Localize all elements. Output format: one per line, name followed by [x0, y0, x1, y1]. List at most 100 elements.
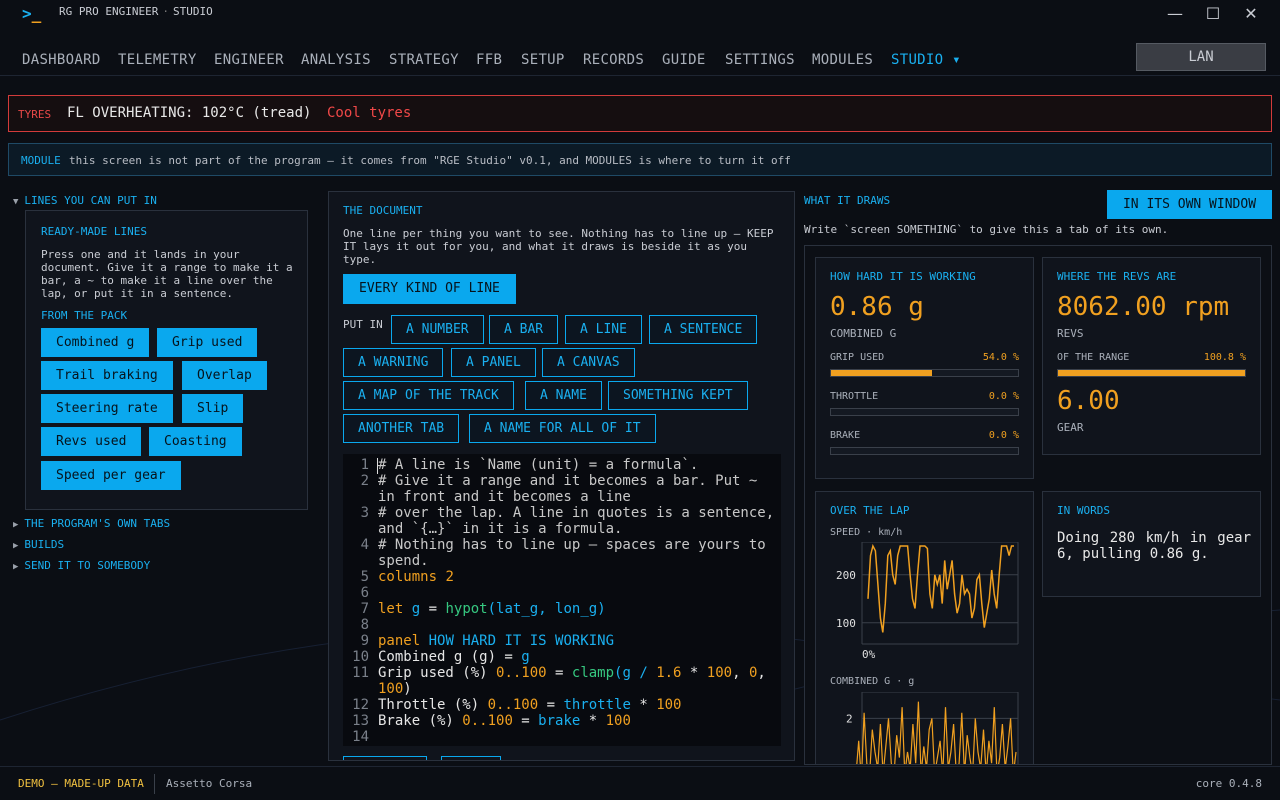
tab-guide[interactable]: GUIDE — [662, 52, 706, 68]
section-builds[interactable]: ▶ BUILDS — [13, 538, 64, 551]
chip-trail-braking[interactable]: Trail braking — [41, 361, 173, 390]
insert-tab-button[interactable]: ANOTHER TAB — [343, 414, 460, 443]
insert-warning-button[interactable]: A WARNING — [343, 348, 444, 377]
combined-g-label: COMBINED G — [830, 327, 897, 340]
g-series-line — [856, 701, 1017, 764]
document-panel: THE DOCUMENT One line per thing you want… — [328, 191, 795, 761]
speed-series-line — [867, 543, 1014, 633]
hidden-button[interactable] — [343, 756, 427, 760]
tab-records[interactable]: RECORDS — [583, 52, 644, 68]
chip-grip-used[interactable]: Grip used — [157, 328, 258, 357]
status-divider — [154, 774, 155, 794]
chip-slip[interactable]: Slip — [182, 394, 244, 423]
preview-panel: WHAT IT DRAWS IN ITS OWN WINDOW Write `s… — [804, 190, 1272, 765]
hidden-button[interactable] — [441, 756, 501, 760]
gear-label: GEAR — [1057, 421, 1084, 434]
chip-coasting[interactable]: Coasting — [149, 427, 242, 456]
section-own-tabs[interactable]: ▶ THE PROGRAM'S OWN TABS — [13, 517, 170, 530]
section-lines[interactable]: ▼ LINES YOU CAN PUT IN — [13, 194, 157, 207]
app-logo-icon: >_ — [22, 4, 42, 23]
module-notice: MODULE this screen is not part of the pr… — [8, 143, 1272, 176]
close-icon[interactable]: ✕ — [1240, 4, 1262, 24]
line-number: 11 — [352, 665, 369, 681]
revs-label: REVS — [1057, 327, 1084, 340]
chip-revs-used[interactable]: Revs used — [41, 427, 142, 456]
document-text: One line per thing you want to see. Noth… — [343, 227, 774, 266]
lines-panel: ▼ LINES YOU CAN PUT IN READY-MADE LINES P… — [8, 190, 318, 760]
code-line: Brake (%) 0..100 = brake * 100 — [378, 713, 631, 729]
tab-modules[interactable]: MODULES — [812, 52, 873, 68]
ready-made-heading: READY-MADE LINES — [41, 225, 147, 238]
range-value: 100.8 % — [1203, 352, 1246, 363]
y-tick-label: 200 — [836, 569, 856, 582]
card-title: IN WORDS — [1057, 504, 1110, 517]
pack-heading: FROM THE PACK — [41, 309, 128, 322]
chip-speed-per-gear[interactable]: Speed per gear — [41, 461, 181, 490]
maximize-icon[interactable]: ☐ — [1202, 4, 1224, 24]
insert-canvas-button[interactable]: A CANVAS — [542, 348, 635, 377]
insert-track-map-button[interactable]: A MAP OF THE TRACK — [343, 381, 514, 410]
chevron-right-icon: ▶ — [13, 520, 19, 530]
chip-combined-g[interactable]: Combined g — [41, 328, 150, 357]
ready-made-text: Press one and it lands in your document.… — [41, 248, 293, 300]
grip-used-bar — [830, 369, 1019, 377]
x-tick-label: 0% — [862, 648, 876, 661]
tab-settings[interactable]: SETTINGS — [725, 52, 795, 68]
insert-panel-button[interactable]: A PANEL — [451, 348, 536, 377]
chip-overlap[interactable]: Overlap — [182, 361, 267, 390]
every-kind-button[interactable]: EVERY KIND OF LINE — [343, 274, 516, 304]
line-number: 14 — [352, 729, 369, 745]
revs-value: 8062.00 rpm — [1057, 292, 1230, 322]
insert-sentence-button[interactable]: A SENTENCE — [649, 315, 758, 344]
ready-made-box: READY-MADE LINES Press one and it lands … — [25, 210, 308, 510]
brake-label: BRAKE — [830, 430, 861, 441]
range-bar — [1057, 369, 1246, 377]
document-heading: THE DOCUMENT — [343, 204, 423, 217]
lan-button[interactable]: LAN — [1136, 43, 1266, 71]
speed-chart: 200 100 0% — [836, 542, 1019, 661]
line-number: 4 — [360, 537, 369, 553]
main-nav: DASHBOARD TELEMETRY ENGINEER ANALYSIS ST… — [0, 28, 1280, 76]
tab-analysis[interactable]: ANALYSIS — [301, 52, 371, 68]
tab-setup[interactable]: SETUP — [521, 52, 565, 68]
insert-global-name-button[interactable]: A NAME FOR ALL OF IT — [469, 414, 656, 443]
insert-name-button[interactable]: A NAME — [525, 381, 602, 410]
status-bar: DEMO — MADE-UP DATA Assetto Corsa core 0… — [0, 766, 1280, 800]
code-editor[interactable]: 1 2 3 4 5 6 7 8 9 10 11 12 13 14 # A lin… — [343, 454, 781, 746]
line-number: 8 — [360, 617, 369, 633]
insert-number-button[interactable]: A NUMBER — [391, 315, 484, 344]
tab-dashboard[interactable]: DASHBOARD — [22, 52, 101, 68]
tab-studio[interactable]: STUDIO ▾ — [891, 52, 961, 68]
code-line: # A line is `Name (unit) = a formula`. — [378, 457, 699, 473]
minimize-icon[interactable]: — — [1164, 4, 1186, 24]
section-send[interactable]: ▶ SEND IT TO SOMEBODY — [13, 559, 150, 572]
chevron-right-icon: ▶ — [13, 541, 19, 551]
tab-engineer[interactable]: ENGINEER — [214, 52, 284, 68]
own-window-button[interactable]: IN ITS OWN WINDOW — [1107, 190, 1272, 219]
words-text: Doing 280 km/h in gear 6, pulling 0.86 g… — [1057, 530, 1251, 562]
tab-telemetry[interactable]: TELEMETRY — [118, 52, 197, 68]
module-tag: MODULE — [21, 154, 61, 167]
card-words: IN WORDS Doing 280 km/h in gear 6, pulli… — [1042, 491, 1261, 597]
card-working: HOW HARD IT IS WORKING 0.86 g COMBINED G… — [815, 257, 1034, 479]
chip-steering-rate[interactable]: Steering rate — [41, 394, 173, 423]
combined-g-value: 0.86 g — [830, 292, 924, 322]
insert-kept-button[interactable]: SOMETHING KEPT — [608, 381, 748, 410]
insert-line-button[interactable]: A LINE — [565, 315, 642, 344]
insert-bar-button[interactable]: A BAR — [489, 315, 559, 344]
chevron-right-icon: ▶ — [13, 562, 19, 572]
card-title: HOW HARD IT IS WORKING — [830, 270, 976, 283]
line-number: 13 — [352, 713, 369, 729]
bar-fill — [1058, 370, 1245, 376]
tab-strategy[interactable]: STRATEGY — [389, 52, 459, 68]
tab-ffb[interactable]: FFB — [476, 52, 502, 68]
line-number: 10 — [352, 649, 369, 665]
throttle-bar — [830, 408, 1019, 416]
alert-tag: TYRES — [18, 108, 52, 121]
brake-bar — [830, 447, 1019, 455]
y-tick-label: 100 — [836, 617, 856, 630]
tyre-alert: TYRES FL OVERHEATING: 102°C (tread) Cool… — [8, 95, 1272, 132]
grip-used-value: 54.0 % — [982, 352, 1019, 363]
module-message: this screen is not part of the program —… — [69, 154, 791, 167]
alert-message: FL OVERHEATING: 102°C (tread) — [67, 105, 312, 121]
